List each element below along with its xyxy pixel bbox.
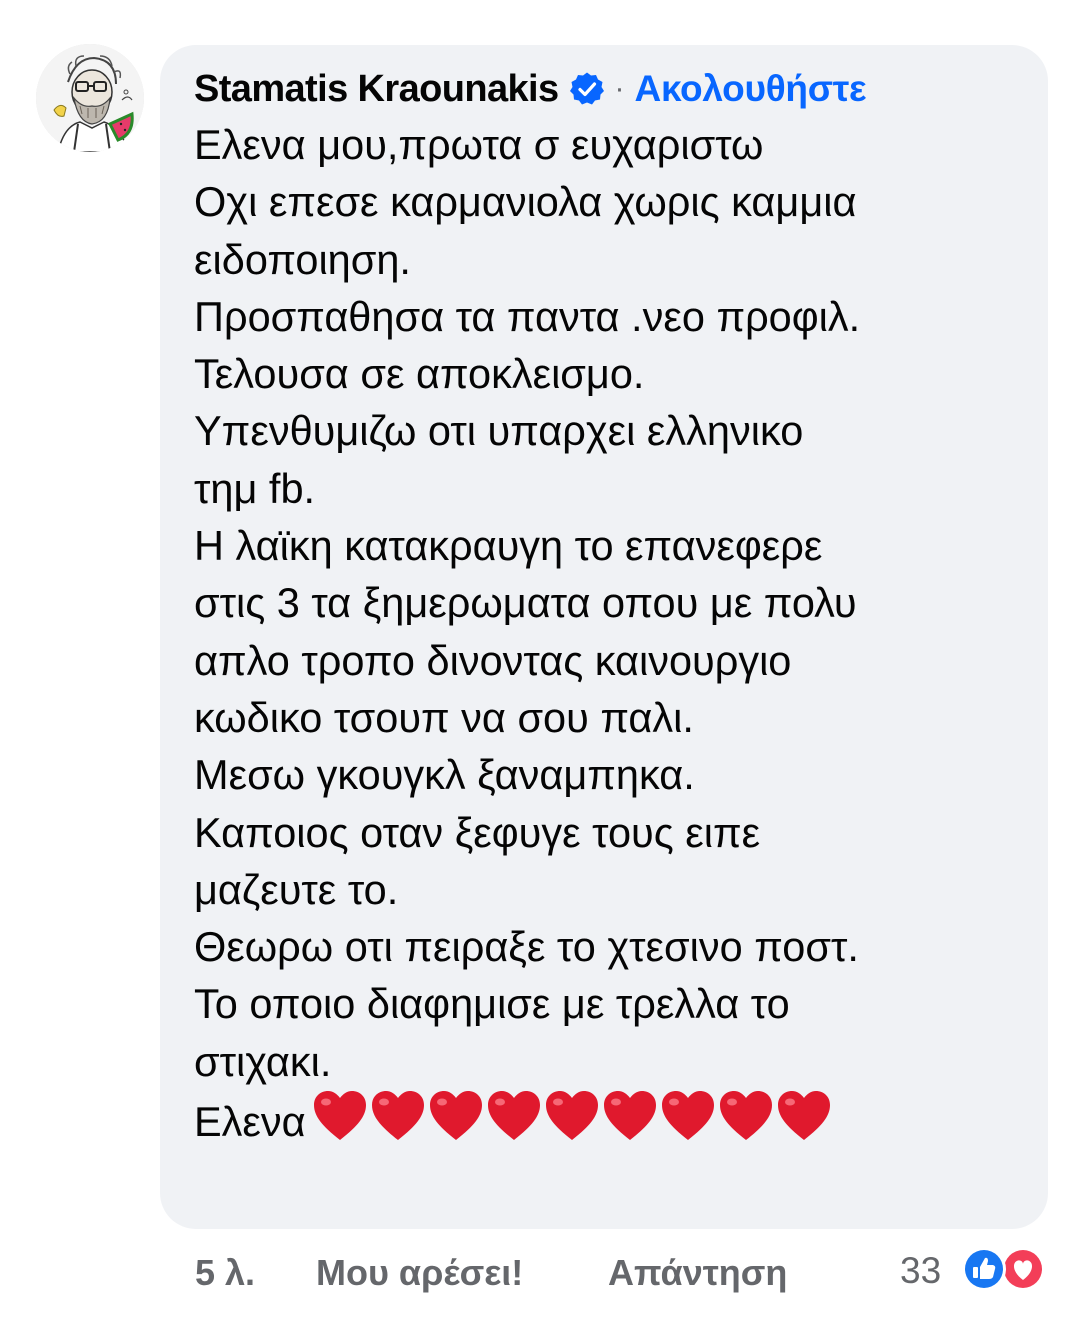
comment-line: στιχακι. <box>194 1037 332 1085</box>
comment-line: απλο τροπο δινοντας καινουργιο <box>194 636 792 684</box>
comment-line: Το οποιο διαφημισε με τρελλα το <box>194 980 790 1028</box>
comment-line: Υπενθυμιζω οτι υπαρχει ελληνικο <box>194 407 804 455</box>
author-avatar[interactable] <box>36 44 144 152</box>
comment-actions: 5 λ. Μου αρέσει! Απάντηση 33 <box>0 1244 1080 1304</box>
like-button[interactable]: Μου αρέσει! <box>316 1252 523 1294</box>
author-name[interactable]: Stamatis Kraounakis <box>194 68 559 111</box>
reactions-summary[interactable] <box>956 1244 1052 1294</box>
comment-line: Προσπαθησα τα παντα .νεο προφιλ. <box>194 292 861 340</box>
red-heart-emoji-icon <box>661 1091 714 1141</box>
comment-timestamp[interactable]: 5 λ. <box>195 1252 255 1294</box>
comment-line: Καποιος οταν ξεφυγε τους ειπε <box>194 808 761 856</box>
reply-button[interactable]: Απάντηση <box>608 1252 787 1294</box>
comment-header: Stamatis Kraounakis · Ακολουθήστε <box>194 67 1048 111</box>
avatar-illustration-icon <box>36 44 144 152</box>
comment-line: Μεσω γκουγκλ ξαναμπηκα. <box>194 751 695 799</box>
red-heart-emoji-icon <box>313 1091 366 1141</box>
comment-line-text: Ελενα <box>194 1098 306 1146</box>
reactions-count[interactable]: 33 <box>900 1250 941 1292</box>
red-heart-emoji-icon <box>603 1091 656 1141</box>
comment-line: μαζευτε το. <box>194 865 399 913</box>
red-heart-emoji-icon <box>429 1091 482 1141</box>
comment-line: ειδοποιηση. <box>194 235 411 283</box>
comment-line: Θεωρω οτι πειραξε το χτεσινο ποστ. <box>194 923 859 971</box>
separator-dot: · <box>614 72 625 105</box>
comment-line: τημ fb. <box>194 464 316 512</box>
comment-bubble: Stamatis Kraounakis · Ακολουθήστε Ελενα … <box>160 45 1048 1229</box>
comment-line: Τελουσα σε αποκλεισμο. <box>194 350 645 398</box>
hearts-row <box>312 1090 834 1142</box>
red-heart-emoji-icon <box>545 1091 598 1141</box>
comment-line: Οχι επεσε καρμανιολα χωρις καμμια <box>194 178 857 226</box>
comment-line: Η λαϊκη κατακραυγη το επανεφερε <box>194 522 823 570</box>
love-reaction-icon <box>1001 1247 1045 1291</box>
red-heart-emoji-icon <box>719 1091 772 1141</box>
comment-line: Ελενα μου,πρωτα σ ευχαριστω <box>194 121 764 168</box>
verified-badge-icon <box>569 72 604 105</box>
follow-button[interactable]: Ακολουθήστε <box>635 68 867 110</box>
comment-line: στις 3 τα ξημερωματα οπου με πολυ <box>194 579 857 627</box>
red-heart-emoji-icon <box>487 1091 540 1141</box>
like-reaction-icon <box>962 1247 1006 1291</box>
red-heart-emoji-icon <box>371 1091 424 1141</box>
comment-text: Ελενα μου,πρωτα σ ευχαριστω Οχι επεσε κα… <box>194 116 1048 1150</box>
comment-line: κωδικο τσουπ να σου παλι. <box>194 693 694 741</box>
comment-last-line: Ελενα <box>194 1090 1048 1150</box>
red-heart-emoji-icon <box>777 1091 830 1141</box>
